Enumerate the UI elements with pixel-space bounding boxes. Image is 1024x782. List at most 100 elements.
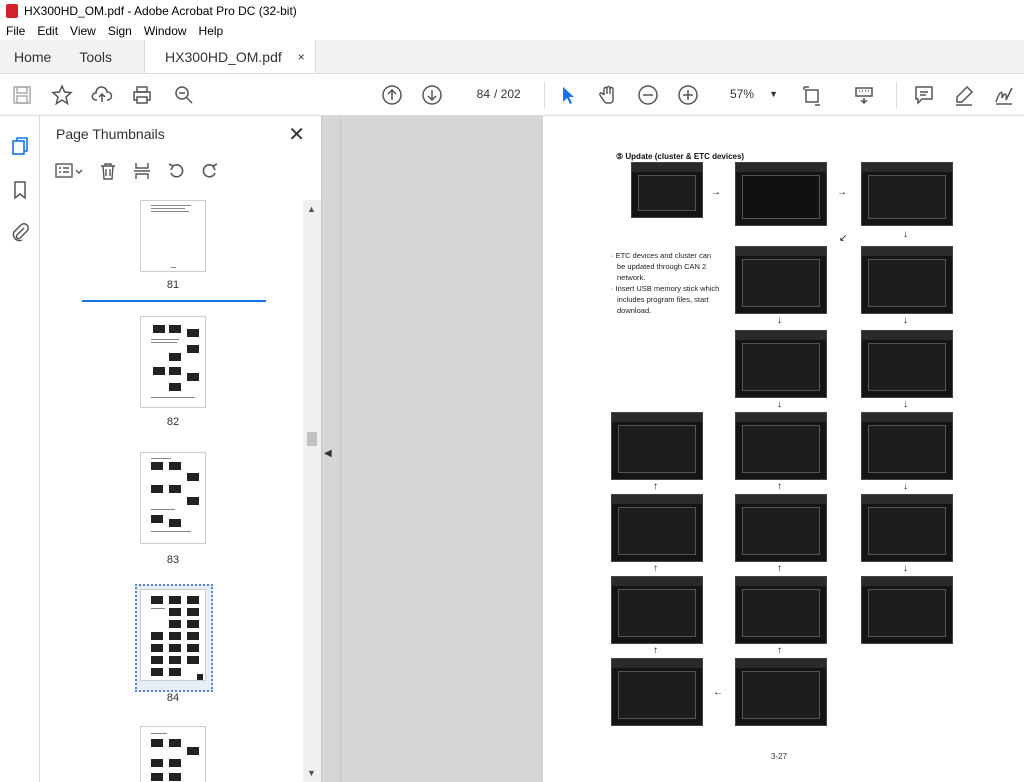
screen-image	[735, 494, 827, 562]
thumbnail-label: 81	[166, 279, 180, 291]
arrow-up-icon: ↑	[653, 563, 658, 574]
hand-tool-icon[interactable]	[596, 83, 620, 107]
menu-window[interactable]: Window	[144, 24, 187, 38]
arrow-right-icon: →	[711, 187, 721, 198]
page-thumbnails-icon[interactable]	[8, 134, 32, 158]
arrow-down-left-icon: ↙	[839, 233, 848, 244]
notes: · ETC devices and cluster can be updated…	[611, 250, 721, 316]
thumbnail-page[interactable]	[140, 200, 206, 272]
tab-document[interactable]: HX300HD_OM.pdf ×	[144, 40, 316, 73]
tab-bar: Home Tools HX300HD_OM.pdf ×	[0, 40, 1024, 74]
save-icon[interactable]	[10, 83, 34, 107]
menu-bar: File Edit View Sign Window Help	[0, 22, 1024, 40]
sign-icon[interactable]	[992, 83, 1016, 107]
tab-home[interactable]: Home	[0, 40, 65, 73]
window-title: HX300HD_OM.pdf - Adobe Acrobat Pro DC (3…	[24, 4, 297, 18]
arrow-down-icon: ↓	[777, 399, 782, 410]
left-rail	[0, 116, 40, 782]
zoom-out-icon[interactable]	[636, 83, 660, 107]
screen-image	[611, 494, 703, 562]
title-bar: HX300HD_OM.pdf - Adobe Acrobat Pro DC (3…	[0, 0, 1024, 22]
section-title: ⑤ Update (cluster & ETC devices)	[616, 152, 745, 161]
thumbnail-list: 81 82 83 84	[40, 200, 304, 782]
thumbnail-label: 84	[166, 692, 180, 704]
page-total: / 202	[494, 87, 521, 101]
screen-image	[631, 162, 703, 218]
screen-image	[861, 162, 953, 226]
screen-image	[611, 412, 703, 480]
screen-image	[861, 330, 953, 398]
fit-page-icon[interactable]	[800, 83, 824, 107]
screen-image	[735, 412, 827, 480]
insertion-marker	[82, 300, 266, 302]
zoom-search-icon[interactable]	[172, 83, 196, 107]
scroll-up-icon[interactable]: ▲	[307, 204, 316, 214]
previous-page-icon[interactable]	[380, 83, 404, 107]
tab-close-icon[interactable]: ×	[298, 50, 305, 64]
panel-title: Page Thumbnails	[56, 126, 165, 142]
screen-image	[861, 494, 953, 562]
trash-icon[interactable]	[98, 161, 118, 186]
collapse-panel-icon[interactable]: ◀	[324, 448, 332, 459]
scrollbar-thumb[interactable]	[307, 432, 317, 446]
zoom-dropdown[interactable]: 57% ▼	[718, 84, 782, 104]
print-icon[interactable]	[130, 83, 154, 107]
close-icon[interactable]: ✕	[288, 122, 305, 147]
menu-sign[interactable]: Sign	[108, 24, 132, 38]
insert-pages-icon[interactable]	[132, 161, 152, 186]
menu-help[interactable]: Help	[199, 24, 224, 38]
screen-image	[735, 576, 827, 644]
rotate-right-icon[interactable]	[200, 161, 220, 186]
keyboard-icon[interactable]	[852, 83, 876, 107]
thumbnail-page[interactable]	[140, 452, 206, 544]
acrobat-icon	[6, 4, 18, 18]
highlight-pen-icon[interactable]	[952, 83, 976, 107]
arrow-up-icon: ↑	[777, 481, 782, 492]
tab-tools[interactable]: Tools	[65, 40, 126, 73]
chevron-down-icon: ▼	[769, 89, 778, 99]
arrow-up-icon: ↑	[777, 645, 782, 656]
screen-image	[735, 658, 827, 726]
zoom-in-icon[interactable]	[676, 83, 700, 107]
screen-image	[861, 412, 953, 480]
thumbnail-scrollbar[interactable]: ▲ ▼	[303, 200, 321, 782]
comment-icon[interactable]	[912, 83, 936, 107]
screen-image	[611, 658, 703, 726]
bookmark-icon[interactable]	[8, 178, 32, 202]
screen-image	[611, 576, 703, 644]
arrow-up-icon: ↑	[777, 563, 782, 574]
next-page-icon[interactable]	[420, 83, 444, 107]
arrow-up-icon: ↑	[653, 645, 658, 656]
note-item: · Insert USB memory stick which includes…	[611, 284, 720, 315]
thumbnail-page-selected[interactable]	[140, 589, 206, 681]
menu-edit[interactable]: Edit	[37, 24, 58, 38]
arrow-down-icon: ↓	[903, 563, 908, 574]
rotate-left-icon[interactable]	[166, 161, 186, 186]
star-icon[interactable]	[50, 83, 74, 107]
thumbnail-label: 82	[166, 416, 180, 428]
menu-view[interactable]: View	[70, 24, 96, 38]
menu-file[interactable]: File	[6, 24, 25, 38]
scroll-down-icon[interactable]: ▼	[307, 768, 316, 778]
tab-document-label: HX300HD_OM.pdf	[165, 48, 282, 65]
arrow-down-icon: ↓	[903, 315, 908, 326]
arrow-right-icon: →	[837, 187, 847, 198]
thumbnails-panel: Page Thumbnails ✕ 81 82 83 84 ▲ ▼	[40, 116, 322, 782]
arrow-down-icon: ↓	[777, 315, 782, 326]
cloud-upload-icon[interactable]	[90, 83, 114, 107]
arrow-left-icon: ←	[713, 687, 723, 698]
arrow-down-icon: ↓	[903, 229, 908, 240]
arrow-down-icon: ↓	[903, 481, 908, 492]
document-page: ⑤ Update (cluster & ETC devices) → → ↓ ↙…	[543, 116, 1024, 782]
select-cursor-icon[interactable]	[556, 83, 580, 107]
panel-divider[interactable]	[340, 116, 341, 782]
screen-image	[735, 330, 827, 398]
options-menu-icon[interactable]	[54, 161, 84, 186]
page-number-input[interactable]: 84	[462, 84, 490, 104]
attachment-icon[interactable]	[8, 220, 32, 244]
screen-image	[735, 246, 827, 314]
thumbnail-label: 83	[166, 554, 180, 566]
thumbnail-page[interactable]	[140, 726, 206, 782]
thumbnail-page[interactable]	[140, 316, 206, 408]
arrow-up-icon: ↑	[653, 481, 658, 492]
